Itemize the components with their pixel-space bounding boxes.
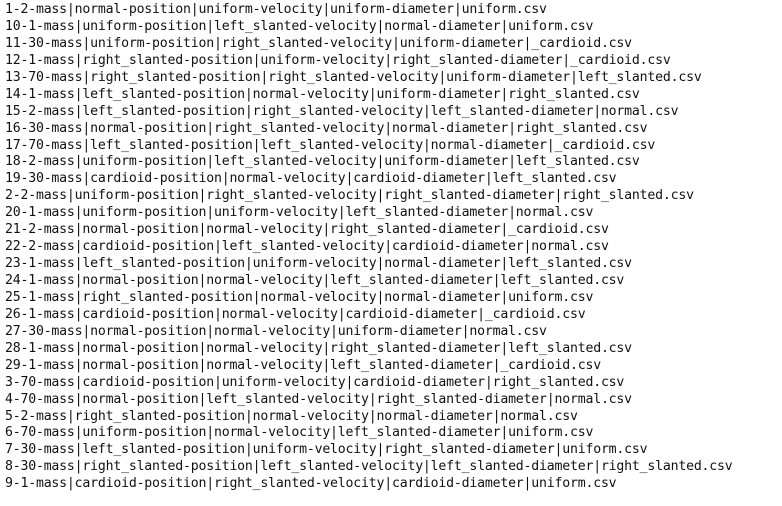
output-line: 29-1-mass|normal-position|normal-velocit… (5, 357, 601, 373)
output-line: 23-1-mass|left_slanted-position|uniform-… (5, 256, 632, 272)
output-line: 20-1-mass|uniform-position|uniform-veloc… (5, 205, 594, 221)
output-line: 1-2-mass|normal-position|uniform-velocit… (5, 2, 547, 17)
output-line: 15-2-mass|left_slanted-position|right_sl… (5, 103, 679, 119)
output-line: 18-2-mass|uniform-position|left_slanted-… (5, 154, 640, 170)
terminal-output[interactable]: 1-2-mass|normal-position|uniform-velocit… (0, 0, 782, 506)
output-line: 22-2-mass|cardioid-position|left_slanted… (5, 239, 609, 255)
output-line: 19-30-mass|cardioid-position|normal-velo… (5, 171, 617, 187)
output-line: 4-70-mass|normal-position|left_slanted-v… (5, 391, 632, 407)
output-line: 9-1-mass|cardioid-position|right_slanted… (5, 476, 617, 492)
output-line: 28-1-mass|normal-position|normal-velocit… (5, 340, 632, 356)
output-line: 16-30-mass|normal-position|right_slanted… (5, 120, 648, 136)
output-line: 24-1-mass|normal-position|normal-velocit… (5, 273, 625, 288)
output-line: 11-30-mass|uniform-position|right_slante… (5, 35, 632, 51)
output-line: 5-2-mass|right_slanted-position|normal-v… (5, 408, 578, 424)
output-line: 27-30-mass|normal-position|normal-veloci… (5, 323, 547, 339)
output-line: 10-1-mass|uniform-position|left_slanted-… (5, 18, 594, 34)
output-line: 17-70-mass|left_slanted-position|left_sl… (5, 137, 656, 153)
output-line: 2-2-mass|uniform-position|right_slanted-… (5, 188, 694, 204)
output-line: 25-1-mass|right_slanted-position|normal-… (5, 289, 594, 305)
output-line: 13-70-mass|right_slanted-position|right_… (5, 69, 702, 85)
output-line: 21-2-mass|normal-position|normal-velocit… (5, 222, 609, 238)
output-line: 3-70-mass|cardioid-position|uniform-velo… (5, 374, 625, 390)
output-line: 6-70-mass|uniform-position|normal-veloci… (5, 425, 594, 441)
output-line: 12-1-mass|right_slanted-position|uniform… (5, 52, 671, 68)
output-line: 8-30-mass|right_slanted-position|left_sl… (5, 459, 733, 475)
output-line: 14-1-mass|left_slanted-position|normal-v… (5, 86, 640, 102)
output-line: 26-1-mass|cardioid-position|normal-veloc… (5, 306, 586, 322)
output-line: 7-30-mass|left_slanted-position|uniform-… (5, 442, 648, 458)
